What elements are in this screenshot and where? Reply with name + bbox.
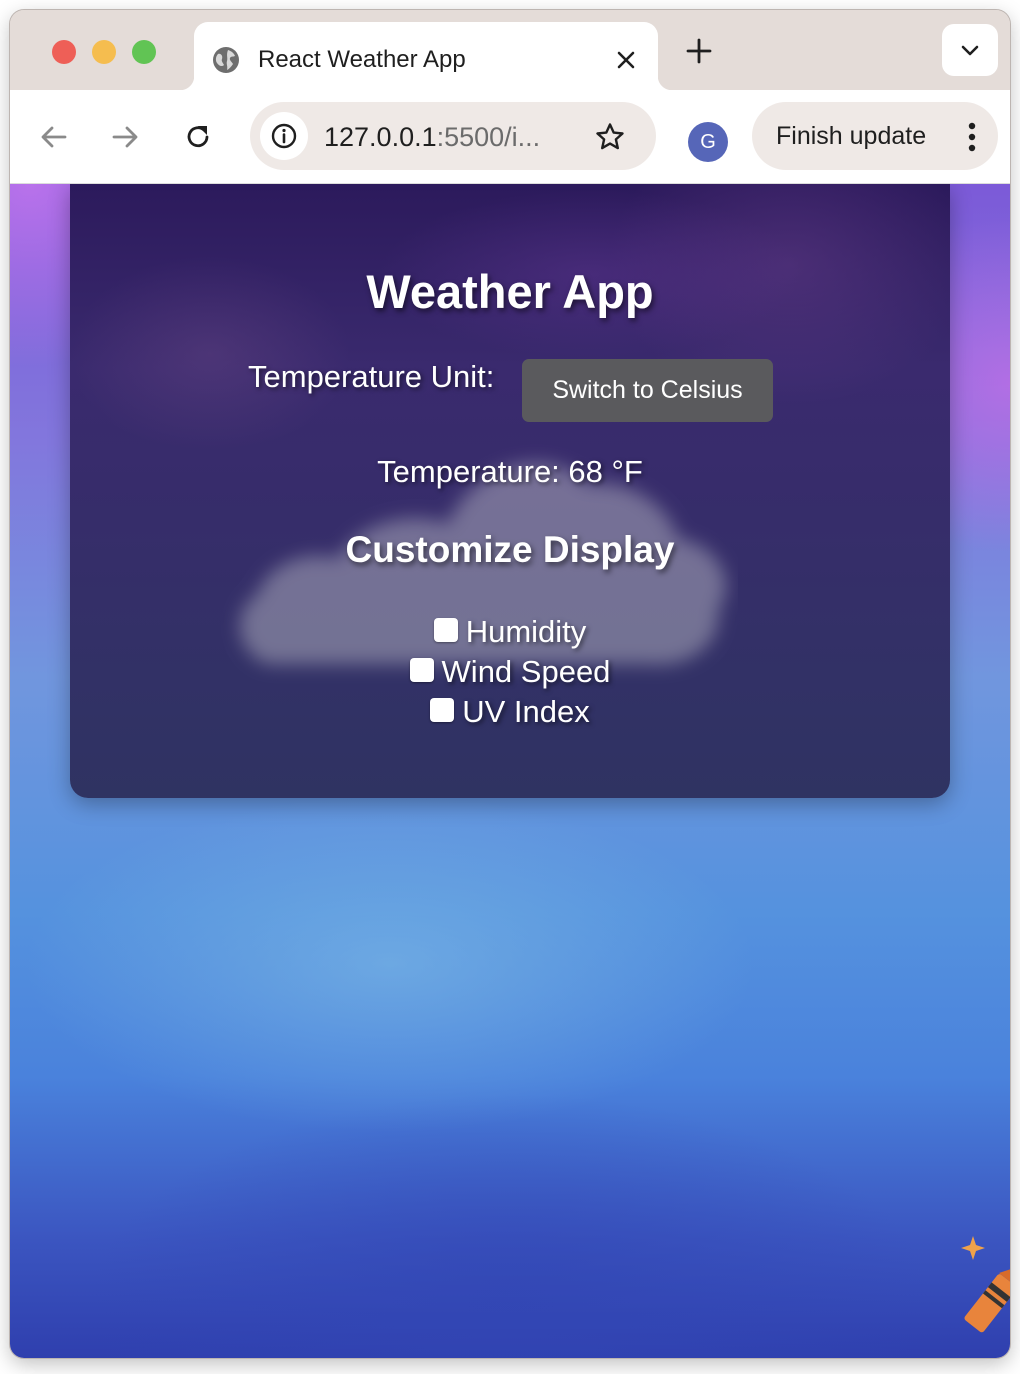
page-viewport: Weather App Temperature Unit: Switch to … <box>10 184 1010 1358</box>
minimize-window-button[interactable] <box>92 40 116 64</box>
site-info-button[interactable] <box>260 112 308 160</box>
reload-icon[interactable] <box>181 120 215 154</box>
browser-toolbar: 127.0.0.1:5500/i... G Finish update <box>10 90 1010 184</box>
page-title: Weather App <box>366 265 654 318</box>
crayon-sparkle-icon[interactable] <box>940 1234 1010 1334</box>
maximize-window-button[interactable] <box>132 40 156 64</box>
url-text: 127.0.0.1:5500/i... <box>324 122 540 153</box>
finish-update-label: Finish update <box>776 122 927 150</box>
uv-index-checkbox[interactable] <box>430 698 455 722</box>
tab-search-button[interactable] <box>942 24 998 76</box>
option-wind-speed[interactable]: Wind Speed <box>70 652 950 692</box>
globe-icon <box>212 46 240 74</box>
kebab-menu-icon[interactable] <box>968 122 976 152</box>
tab-strip: React Weather App <box>10 10 1010 90</box>
humidity-label[interactable]: Humidity <box>466 614 587 650</box>
tab-title: React Weather App <box>258 46 466 73</box>
browser-window: React Weather App 127.0.0.1:5500/i... G … <box>10 10 1010 1358</box>
tab-react-weather-app[interactable]: React Weather App <box>180 22 672 90</box>
switch-unit-button[interactable]: Switch to Celsius <box>522 359 773 422</box>
info-icon <box>271 123 297 149</box>
address-bar[interactable]: 127.0.0.1:5500/i... <box>250 102 656 170</box>
arrow-right-icon[interactable] <box>108 120 142 154</box>
temperature-readout: Temperature: 68 °F <box>377 454 643 489</box>
close-icon[interactable] <box>614 48 638 72</box>
close-window-button[interactable] <box>52 40 76 64</box>
customize-display-heading: Customize Display <box>345 529 675 570</box>
plus-icon[interactable] <box>684 36 714 66</box>
chevron-down-icon <box>961 45 979 56</box>
humidity-checkbox[interactable] <box>433 618 458 642</box>
finish-update-button[interactable]: Finish update <box>752 102 998 170</box>
temperature-unit-label: Temperature Unit: <box>248 359 495 394</box>
url-host: 127.0.0.1 <box>324 122 437 152</box>
url-path: :5500/i... <box>436 122 541 152</box>
avatar[interactable]: G <box>688 122 728 162</box>
option-humidity[interactable]: Humidity <box>70 612 950 652</box>
wind-speed-checkbox[interactable] <box>409 658 434 682</box>
display-options: Humidity Wind Speed UV Index <box>70 612 950 732</box>
weather-card: Weather App Temperature Unit: Switch to … <box>70 184 950 798</box>
arrow-left-icon[interactable] <box>37 120 71 154</box>
option-uv-index[interactable]: UV Index <box>70 692 950 732</box>
wind-speed-label[interactable]: Wind Speed <box>442 654 611 690</box>
star-icon[interactable] <box>594 121 626 153</box>
uv-index-label[interactable]: UV Index <box>462 694 590 730</box>
